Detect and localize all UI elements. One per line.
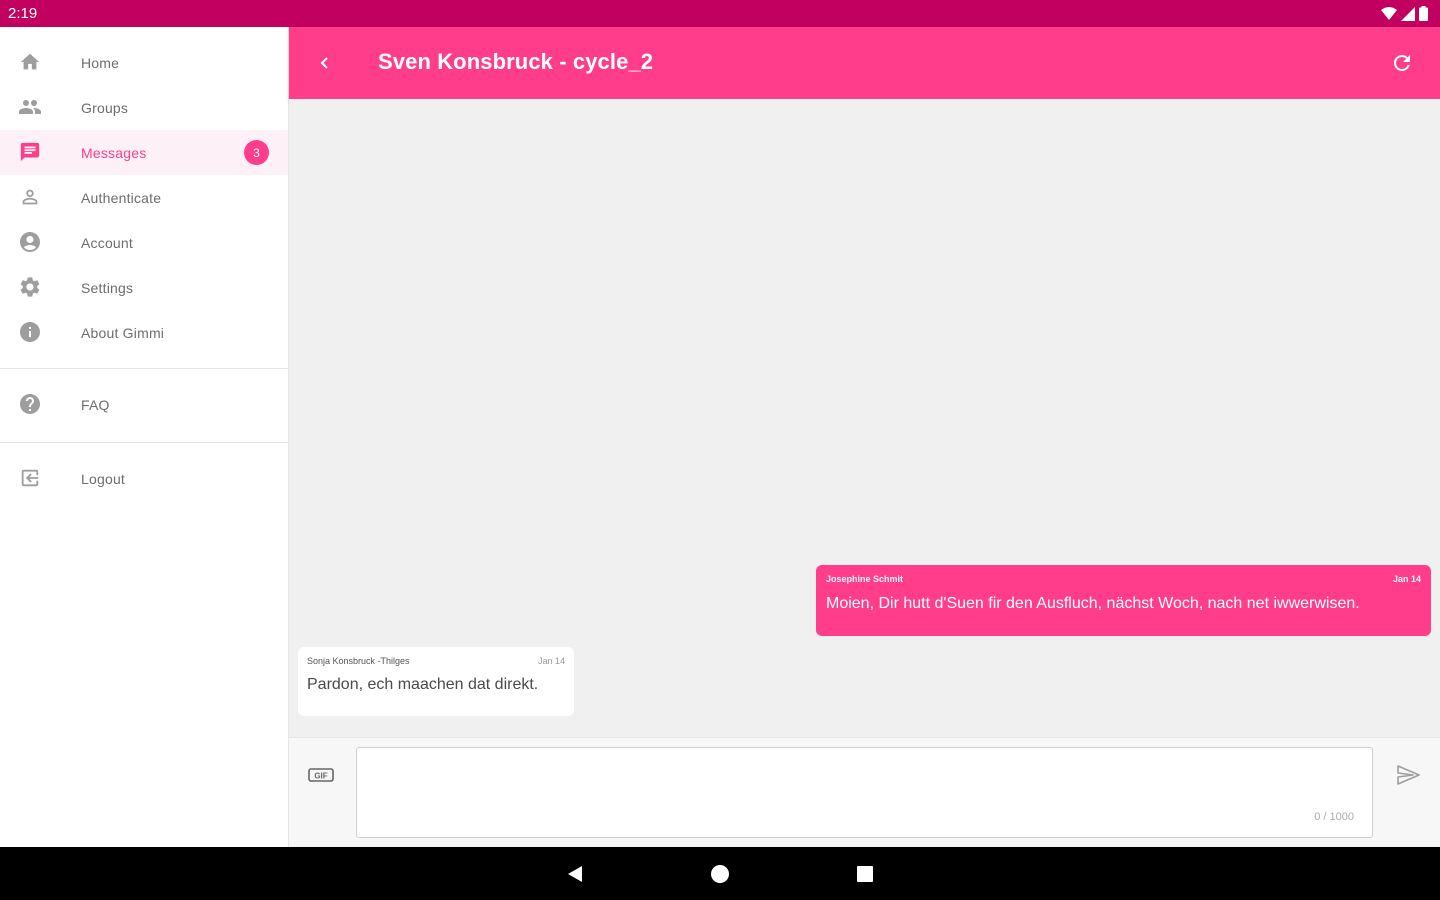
system-back-icon[interactable] xyxy=(562,861,588,887)
sidebar-item-label: Home xyxy=(81,54,120,71)
sidebar-item-faq[interactable]: FAQ xyxy=(0,382,288,427)
home-icon xyxy=(18,50,42,74)
message-list[interactable]: Josephine Schmit Jan 14 Moien, Dir hutt … xyxy=(289,99,1440,737)
message-input[interactable] xyxy=(357,748,1372,837)
message-meta: Sonja Konsbruck -Thilges Jan 14 xyxy=(307,656,565,666)
page-title: Sven Konsbruck - cycle_2 xyxy=(378,49,654,74)
system-recents-icon[interactable] xyxy=(852,861,878,887)
sidebar-item-about[interactable]: About Gimmi xyxy=(0,310,288,355)
sidebar-item-label: Account xyxy=(81,234,133,251)
sidebar-item-account[interactable]: Account xyxy=(0,220,288,265)
nav-help-section: FAQ xyxy=(0,369,288,427)
chat-icon xyxy=(18,140,42,164)
sidebar-item-label: Messages xyxy=(81,144,147,161)
message-input-box[interactable]: 0 / 1000 xyxy=(356,747,1373,838)
info-icon xyxy=(18,320,42,344)
char-counter: 0 / 1000 xyxy=(1314,811,1354,823)
message-text: Pardon, ech maachen dat direkt. xyxy=(307,676,539,693)
sidebar-item-label: Authenticate xyxy=(81,189,162,206)
system-navigation-bar xyxy=(0,847,1440,900)
logout-icon xyxy=(18,466,42,490)
sidebar-item-label: Logout xyxy=(81,470,126,487)
outgoing-message[interactable]: Josephine Schmit Jan 14 Moien, Dir hutt … xyxy=(816,565,1431,636)
wifi-icon xyxy=(1381,6,1397,20)
message-text: Moien, Dir hutt d'Suen fir den Ausfluch,… xyxy=(826,595,1360,612)
sidebar-item-label: Settings xyxy=(81,279,134,296)
person-outline-icon xyxy=(18,185,42,209)
navigation-drawer: Home Groups Messages 3 Authenticate Acco… xyxy=(0,27,289,847)
incoming-message[interactable]: Sonja Konsbruck -Thilges Jan 14 Pardon, … xyxy=(298,647,574,716)
app-toolbar: Sven Konsbruck - cycle_2 xyxy=(289,27,1440,99)
gear-icon xyxy=(18,275,42,299)
message-meta: Josephine Schmit Jan 14 xyxy=(826,574,1421,584)
sidebar-item-settings[interactable]: Settings xyxy=(0,265,288,310)
signal-icon xyxy=(1401,6,1415,21)
back-arrow-icon[interactable] xyxy=(313,51,337,75)
unread-badge: 3 xyxy=(244,140,269,165)
sidebar-item-label: Groups xyxy=(81,99,129,116)
sidebar-item-groups[interactable]: Groups xyxy=(0,85,288,130)
message-composer: GIF 0 / 1000 xyxy=(289,737,1440,847)
system-home-icon[interactable] xyxy=(707,861,733,887)
sidebar-item-messages[interactable]: Messages 3 xyxy=(0,130,288,175)
message-date: Jan 14 xyxy=(1392,574,1421,584)
refresh-icon[interactable] xyxy=(1390,51,1414,75)
people-icon xyxy=(18,95,42,119)
battery-icon xyxy=(1419,6,1428,21)
status-icons xyxy=(1381,6,1428,21)
message-date: Jan 14 xyxy=(537,656,565,666)
gif-icon: GIF xyxy=(308,768,334,782)
help-icon xyxy=(18,392,42,416)
sidebar-item-label: About Gimmi xyxy=(81,324,165,341)
svg-text:GIF: GIF xyxy=(314,772,327,781)
sidebar-item-label: FAQ xyxy=(81,396,110,413)
nav-account-section: Logout xyxy=(0,443,288,501)
status-bar: 2:19 xyxy=(0,0,1440,27)
sidebar-item-logout[interactable]: Logout xyxy=(0,456,288,501)
message-sender: Josephine Schmit xyxy=(826,574,904,584)
message-sender: Sonja Konsbruck -Thilges xyxy=(307,656,410,666)
sidebar-item-home[interactable]: Home xyxy=(0,40,288,85)
sidebar-item-authenticate[interactable]: Authenticate xyxy=(0,175,288,220)
gif-button[interactable]: GIF xyxy=(308,766,334,784)
send-icon[interactable] xyxy=(1395,762,1421,788)
status-time: 2:19 xyxy=(8,5,38,22)
account-circle-icon xyxy=(18,230,42,254)
nav-main-section: Home Groups Messages 3 Authenticate Acco… xyxy=(0,27,288,355)
